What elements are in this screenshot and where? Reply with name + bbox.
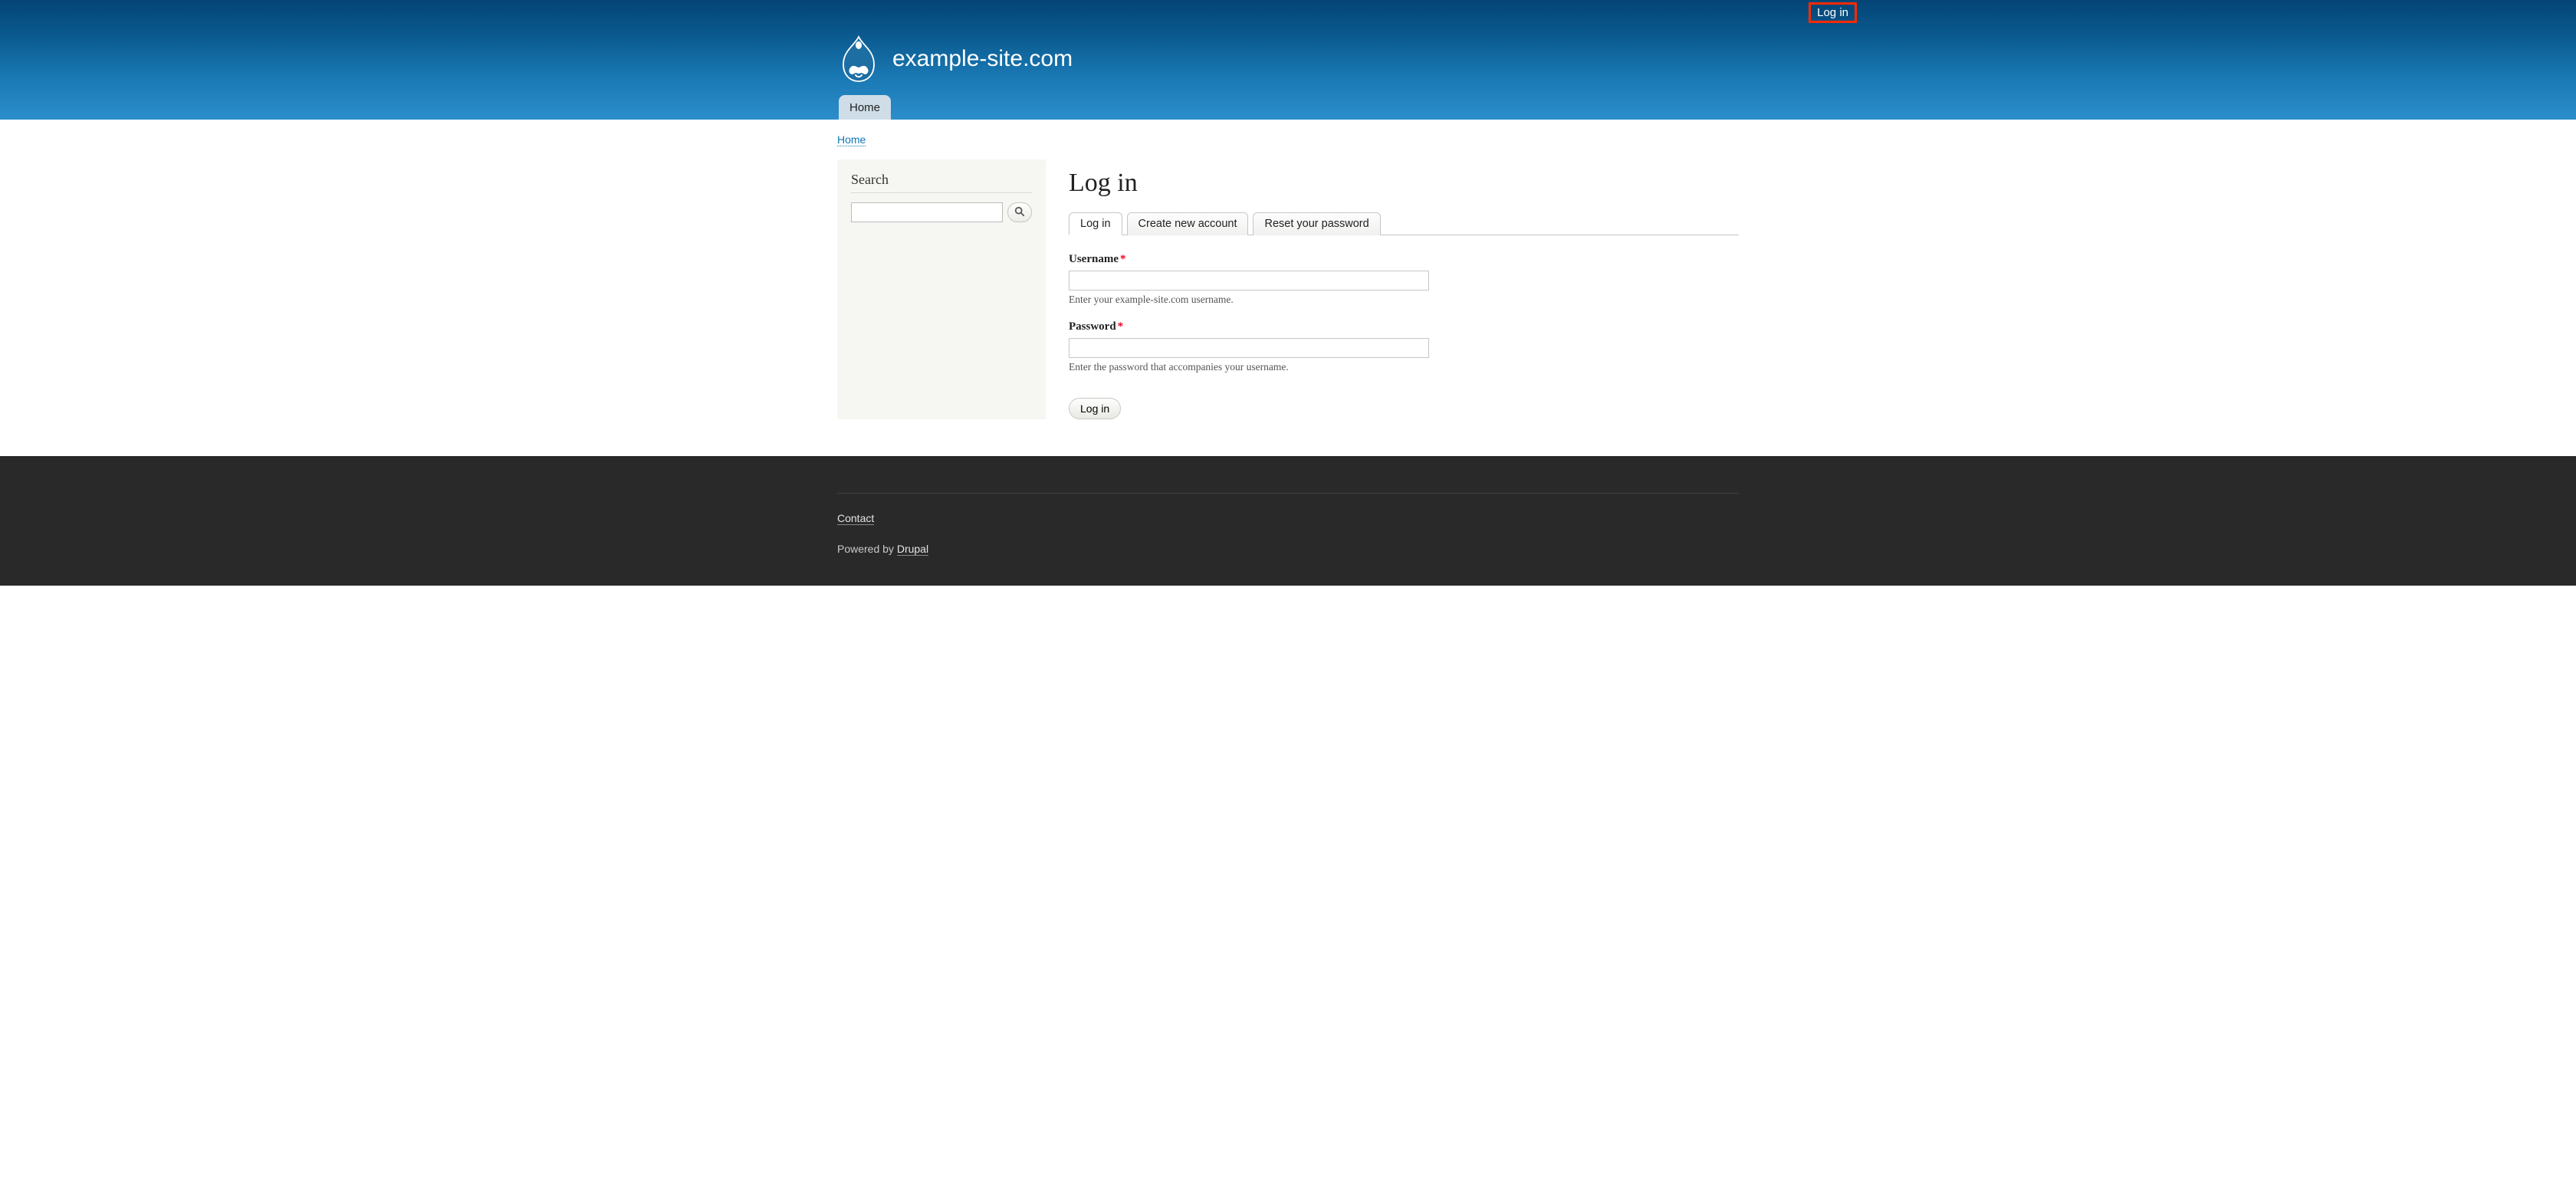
search-icon [1014, 206, 1025, 219]
local-tabs: Log in Create new account Reset your pas… [1069, 212, 1739, 235]
footer-divider [837, 493, 1739, 494]
site-header: Log in example-site.com Home [0, 0, 2576, 120]
breadcrumb: Home [837, 133, 1739, 146]
drupal-link[interactable]: Drupal [897, 543, 928, 556]
tab-reset-password[interactable]: Reset your password [1253, 212, 1380, 235]
nav-tab-home[interactable]: Home [839, 95, 891, 120]
sidebar: Search [837, 159, 1046, 419]
form-item-username: Username* Enter your example-site.com us… [1069, 252, 1739, 306]
search-button[interactable] [1007, 202, 1032, 222]
username-description: Enter your example-site.com username. [1069, 294, 1739, 306]
drupal-logo-icon[interactable] [837, 35, 880, 83]
powered-by: Powered by Drupal [837, 543, 1739, 555]
site-footer: Contact Powered by Drupal [0, 456, 2576, 586]
search-input[interactable] [851, 202, 1003, 222]
breadcrumb-home-link[interactable]: Home [837, 133, 866, 146]
site-branding: example-site.com [837, 0, 1739, 83]
page-title: Log in [1069, 169, 1739, 198]
required-marker: * [1120, 253, 1126, 265]
site-name[interactable]: example-site.com [892, 46, 1073, 72]
required-marker: * [1118, 320, 1124, 333]
top-login-link[interactable]: Log in [1809, 2, 1857, 23]
password-label: Password* [1069, 320, 1123, 333]
password-description: Enter the password that accompanies your… [1069, 361, 1739, 373]
login-submit-button[interactable]: Log in [1069, 398, 1121, 419]
password-input[interactable] [1069, 338, 1429, 358]
tab-create-account[interactable]: Create new account [1127, 212, 1249, 235]
main-content: Log in Log in Create new account Reset y… [1069, 159, 1739, 419]
login-form: Username* Enter your example-site.com us… [1069, 252, 1739, 419]
footer-contact-link[interactable]: Contact [837, 512, 874, 525]
form-item-password: Password* Enter the password that accomp… [1069, 320, 1739, 373]
tab-login[interactable]: Log in [1069, 212, 1122, 235]
username-input[interactable] [1069, 271, 1429, 291]
search-heading: Search [851, 172, 1032, 193]
username-label: Username* [1069, 253, 1125, 265]
